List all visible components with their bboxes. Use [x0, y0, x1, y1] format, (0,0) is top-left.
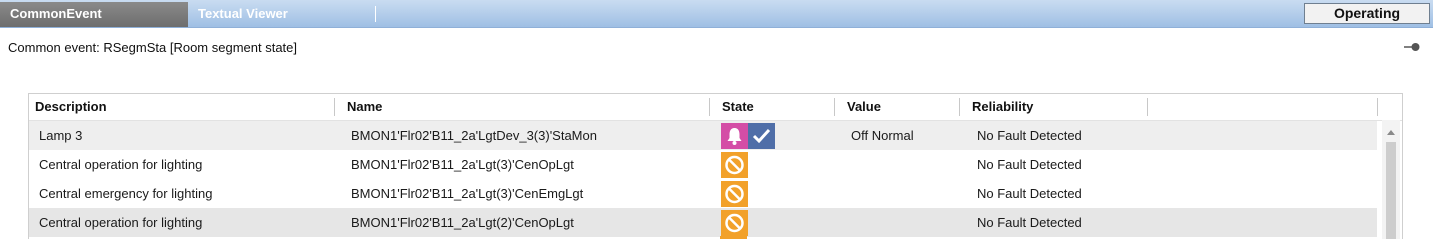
blocked-icon	[721, 152, 748, 178]
column-divider[interactable]	[959, 98, 960, 116]
row-reliability: No Fault Detected	[977, 186, 1082, 201]
pin-icon[interactable]	[1404, 42, 1420, 52]
event-title: Common event: RSegmSta [Room segment sta…	[8, 40, 298, 55]
blocked-icon	[721, 210, 748, 236]
table-row[interactable]: Lamp 3 BMON1'Flr02'B11_2a'LgtDev_3(3)'St…	[29, 121, 1377, 150]
column-header-name[interactable]: Name	[341, 94, 711, 120]
blocked-icon	[721, 181, 748, 207]
column-divider[interactable]	[334, 98, 335, 116]
table-row[interactable]: Central emergency for lighting BMON1'Flr…	[29, 179, 1377, 208]
column-header-state[interactable]: State	[716, 94, 834, 120]
row-reliability: No Fault Detected	[977, 157, 1082, 172]
tab-bar: CommonEvent Textual Viewer Operating	[0, 0, 1433, 28]
column-divider	[1377, 98, 1378, 116]
next-row-state-peek	[720, 236, 747, 239]
grid-header: Description Name State Value Reliability	[29, 94, 1402, 121]
row-reliability: No Fault Detected	[977, 128, 1082, 143]
column-divider[interactable]	[834, 98, 835, 116]
scroll-up-arrow-icon[interactable]	[1387, 130, 1395, 135]
vertical-scrollbar[interactable]	[1382, 120, 1400, 239]
row-name: BMON1'Flr02'B11_2a'Lgt(3)'CenOpLgt	[351, 157, 574, 172]
tab-commonevent[interactable]: CommonEvent	[0, 2, 188, 27]
row-name: BMON1'Flr02'B11_2a'LgtDev_3(3)'StaMon	[351, 128, 597, 143]
bell-alarm-icon	[721, 123, 748, 149]
tab-divider	[375, 6, 376, 22]
row-name: BMON1'Flr02'B11_2a'Lgt(3)'CenEmgLgt	[351, 186, 584, 201]
row-description: Central operation for lighting	[39, 157, 203, 172]
row-reliability: No Fault Detected	[977, 215, 1082, 230]
column-divider[interactable]	[709, 98, 710, 116]
column-header-reliability[interactable]: Reliability	[966, 94, 1146, 120]
table-row[interactable]: Central operation for lighting BMON1'Flr…	[29, 150, 1377, 179]
row-description: Central emergency for lighting	[39, 186, 213, 201]
row-description: Lamp 3	[39, 128, 83, 143]
event-grid: Description Name State Value Reliability…	[28, 93, 1403, 239]
row-description: Central operation for lighting	[39, 215, 203, 230]
row-name: BMON1'Flr02'B11_2a'Lgt(2)'CenOpLgt	[351, 215, 574, 230]
tab-textual-viewer[interactable]: Textual Viewer	[188, 2, 376, 27]
checkmark-icon	[748, 123, 775, 149]
table-row[interactable]: Central operation for lighting BMON1'Flr…	[29, 208, 1377, 237]
column-divider[interactable]	[1147, 98, 1148, 116]
column-header-description[interactable]: Description	[29, 94, 334, 120]
operating-mode-button[interactable]: Operating	[1304, 3, 1430, 24]
row-value: Off Normal	[851, 128, 914, 143]
scrollbar-thumb[interactable]	[1386, 142, 1396, 239]
column-header-value[interactable]: Value	[841, 94, 959, 120]
